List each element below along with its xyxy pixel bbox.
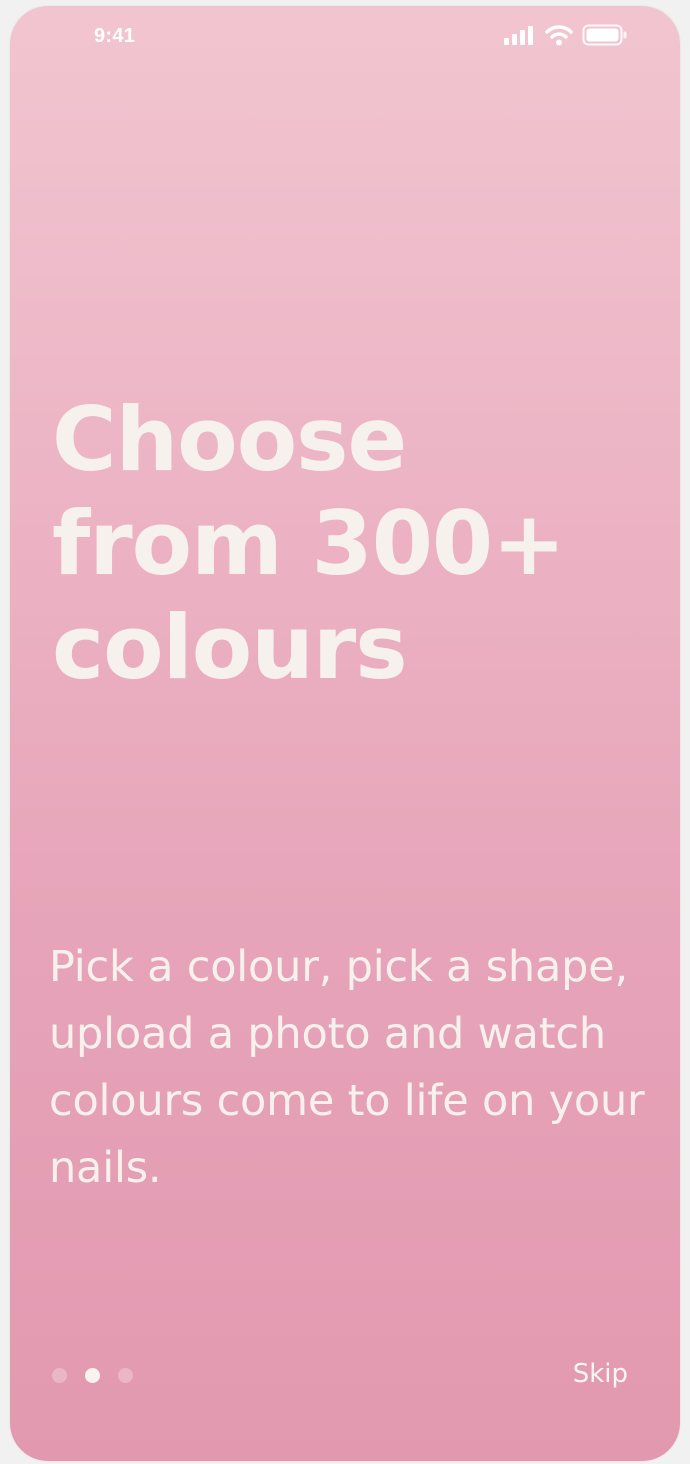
page-dot[interactable]: [118, 1368, 133, 1383]
status-icons: [504, 24, 628, 51]
cellular-signal-icon: [504, 25, 536, 50]
onboarding-title: Choose from 300+ colours: [52, 388, 652, 700]
page-dot-active[interactable]: [85, 1368, 100, 1383]
page-dot[interactable]: [52, 1368, 67, 1383]
status-time: 9:41: [94, 25, 136, 47]
battery-icon: [582, 24, 628, 51]
title-line: colours: [52, 596, 408, 699]
onboarding-screen: 9:41 Choose from 300+ colours Pick a col…: [10, 6, 680, 1461]
skip-button[interactable]: Skip: [573, 1359, 628, 1389]
wifi-icon: [545, 24, 573, 51]
page-indicator: [52, 1368, 133, 1383]
title-line: Choose: [52, 388, 407, 491]
onboarding-description: Pick a colour, pick a shape, upload a ph…: [49, 942, 645, 1193]
status-bar: 9:41: [10, 6, 680, 66]
title-line: from 300+: [52, 492, 566, 595]
